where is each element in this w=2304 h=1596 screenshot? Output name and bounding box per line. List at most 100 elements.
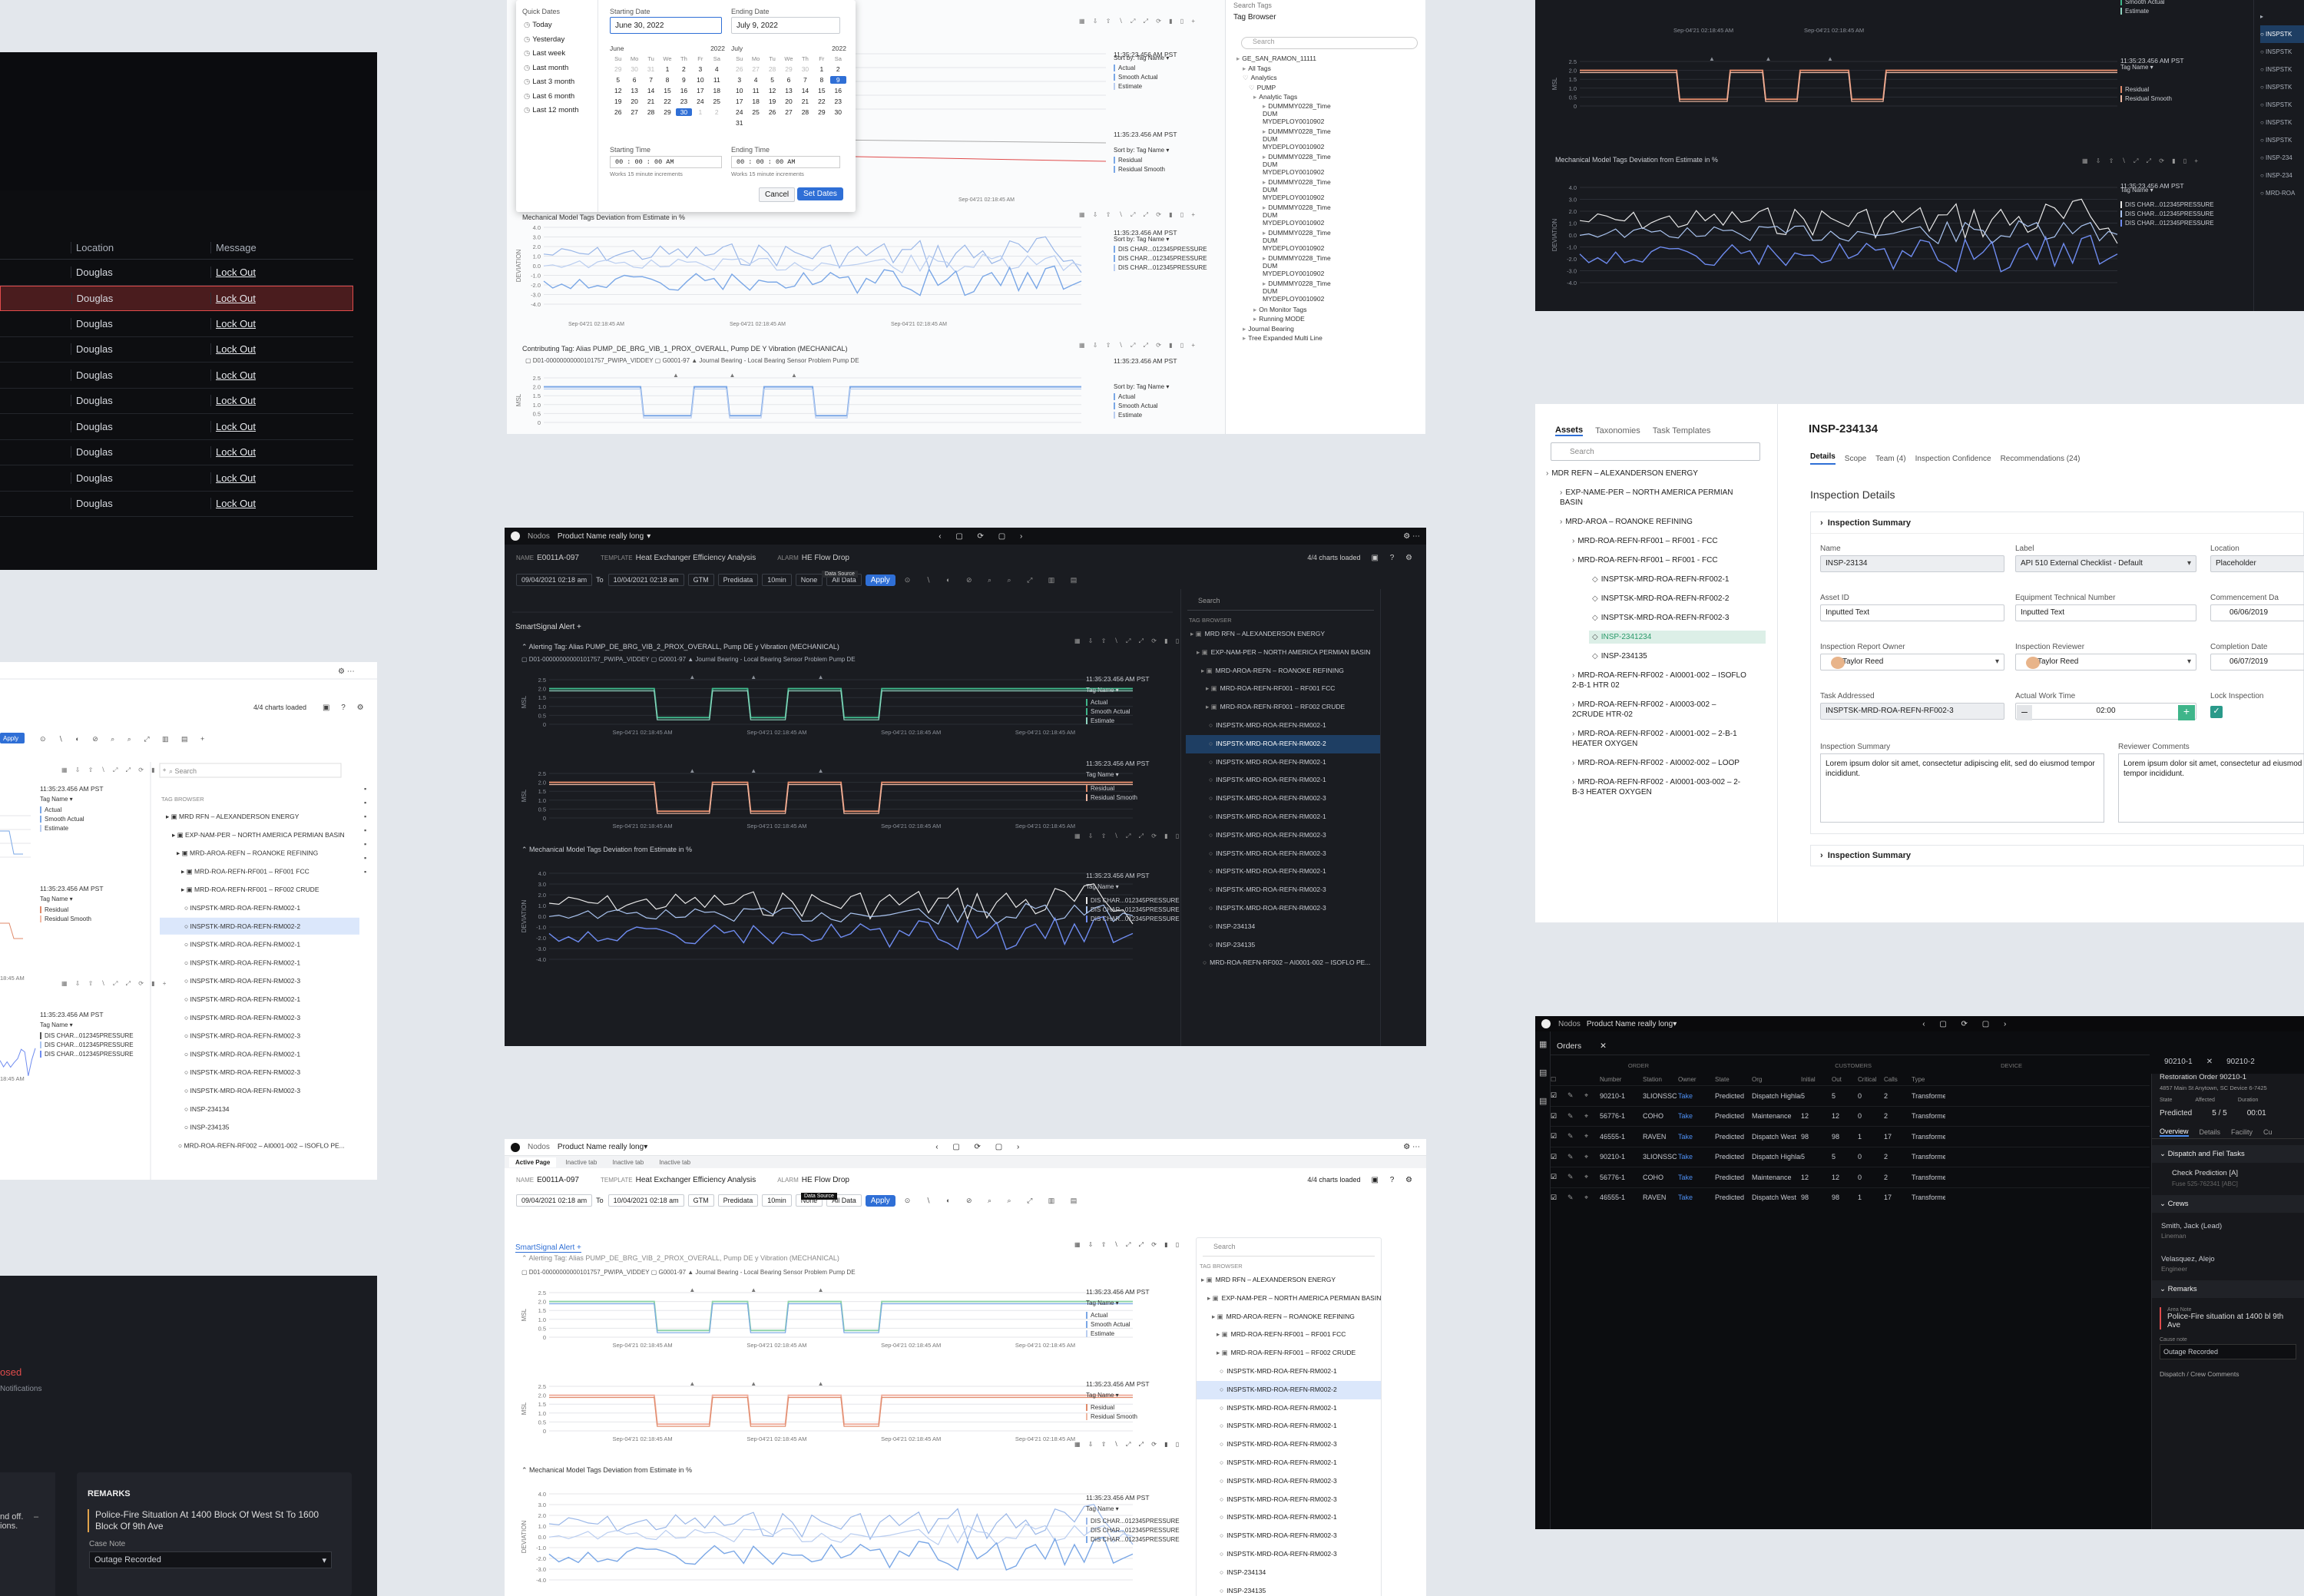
calendar-day[interactable]: 28: [643, 108, 659, 116]
tz-select[interactable]: GTM: [687, 574, 714, 586]
edit-icon[interactable]: ✎: [1567, 1153, 1584, 1161]
task-field[interactable]: INSPTSK-MRD-ROA-REFN-RF002-3: [1820, 703, 2004, 720]
tree-item[interactable]: ○ INSPSTK-MRD-ROA-REFN-RM002-3: [1186, 845, 1380, 863]
interval-select[interactable]: 10min: [762, 574, 792, 586]
pin-icon[interactable]: ⌖: [1584, 1132, 1600, 1141]
asset-tree-item[interactable]: › MRD-ROA-REFN-RF001 – RF001 - FCC: [1569, 535, 1750, 548]
detail-tab-2[interactable]: 90210-2: [2226, 1058, 2255, 1066]
column-header[interactable]: Critical: [1858, 1076, 1884, 1083]
tree-item[interactable]: ○ INSPSTK-MRD-ROA-REFN-RM002-2: [1186, 734, 1380, 753]
calendar-day[interactable]: 30: [675, 108, 693, 116]
calendar-day[interactable]: 9: [676, 76, 692, 84]
ssl-apply[interactable]: Apply: [865, 1194, 895, 1207]
tree-item[interactable]: ○ INSPSTK: [2260, 114, 2304, 131]
name-field[interactable]: INSP-23134: [1820, 555, 2004, 572]
table-row[interactable]: Douglas Lock Out: [0, 337, 353, 363]
year-select[interactable]: 2022: [710, 45, 725, 52]
page-tab[interactable]: Inactive tab: [653, 1157, 697, 1167]
calendar-day[interactable]: 29: [813, 108, 829, 116]
calendar-day[interactable]: 17: [692, 87, 708, 94]
row-checkbox[interactable]: ☑: [1551, 1112, 1567, 1121]
calendar-day[interactable]: 31: [643, 65, 659, 73]
tag-tree-item[interactable]: ▸ DUMMMY0228_Time DUM MYDEPLOY0010902: [1236, 280, 1336, 303]
calendar-day[interactable]: 27: [780, 108, 796, 116]
tree-item[interactable]: ▸ ▣ EXP-NAM-PER – NORTH AMERICA PERMIAN B…: [1186, 644, 1380, 662]
quick-date-2[interactable]: ◷ Last week: [524, 47, 579, 61]
tag-tree-item[interactable]: ▸ DUMMMY0228_Time DUM MYDEPLOY0010902: [1236, 254, 1336, 277]
calendar-day[interactable]: 25: [709, 98, 725, 105]
tree-item[interactable]: ▸ ▣ MRD-AROA-REFN – ROANOKE REFINING: [1186, 662, 1380, 680]
tree-item[interactable]: ○ INSPSTK-MRD-ROA-REFN-RM002-1: [1197, 1399, 1381, 1418]
tree-item[interactable]: ○ INSPSTK-MRD-ROA-REFN-RM002-1: [1197, 1454, 1381, 1472]
column-header[interactable]: Org: [1752, 1076, 1801, 1083]
orders-tab[interactable]: Orders ✕: [1557, 1038, 1607, 1055]
asset-tree-item[interactable]: ◇ INSPTSK-MRD-ROA-REFN-RF002-2: [1589, 592, 1750, 605]
edit-icon[interactable]: ✎: [1567, 1091, 1584, 1100]
asset-tree-item[interactable]: › MRD-ROA-REFN-RF002 - AI0001-003-002 – 2…: [1569, 776, 1750, 799]
ssl-tools[interactable]: ⊙ ∖ ◐ ⊘ ⌕ ⌕ ⤢ ▥ ▤: [905, 1197, 1084, 1205]
tree-item[interactable]: ○ INSPSTK-MRD-ROA-REFN-RM002-3: [1197, 1527, 1381, 1545]
settings-icon[interactable]: ⚙ ⋯: [1403, 532, 1420, 541]
ssl-date-to[interactable]: 10/04/2021 02:18 am: [607, 1194, 684, 1207]
calendar-day[interactable]: 6: [780, 76, 796, 84]
ssl-settings-icon[interactable]: ⚙ ⋯: [1403, 1143, 1420, 1151]
calendar-day[interactable]: 1: [692, 108, 708, 116]
ssl-interval[interactable]: 10min: [762, 1194, 792, 1207]
edit-icon[interactable]: ✎: [1567, 1173, 1584, 1181]
column-header[interactable]: Number: [1600, 1076, 1643, 1083]
tree-item[interactable]: ○ INSPSTK-MRD-ROA-REFN-RM002-3: [1186, 881, 1380, 899]
set-dates-button[interactable]: Set Dates: [797, 187, 843, 200]
calendar-day[interactable]: 20: [780, 98, 796, 105]
end-time-input[interactable]: 00 : 00 : 00 AM: [731, 156, 840, 168]
take-link[interactable]: Take: [1678, 1174, 1715, 1181]
tag-tree-item[interactable]: ▸ DUMMMY0228_Time DUM MYDEPLOY0010902: [1236, 178, 1336, 201]
calendar-day[interactable]: 29: [610, 65, 626, 73]
grid-icon[interactable]: ▦: [1539, 1039, 1547, 1049]
calendar-icon[interactable]: ▤: [1539, 1068, 1547, 1078]
tree-item[interactable]: ▸: [2260, 8, 2304, 25]
calendar-day[interactable]: 13: [780, 87, 796, 94]
cancel-button[interactable]: Cancel: [759, 187, 796, 202]
calendar-day[interactable]: 15: [813, 87, 829, 94]
tag-tree-item[interactable]: ▸ DUMMMY0228_Time DUM MYDEPLOY0010902: [1236, 229, 1336, 252]
calendar-day[interactable]: 29: [780, 65, 796, 73]
table-row[interactable]: Douglas Lock Out: [0, 285, 353, 311]
lockout-link[interactable]: Lock Out: [210, 266, 353, 278]
asset-tab[interactable]: Taxonomies: [1595, 426, 1640, 435]
table-row[interactable]: Douglas Lock Out: [0, 389, 353, 414]
tree-item[interactable]: ○ INSPSTK-MRD-ROA-REFN-RM002-1: [1197, 1363, 1381, 1381]
table-row[interactable]: Douglas Lock Out: [0, 440, 353, 465]
summary-header-2[interactable]: › Inspection Summary: [1810, 845, 2304, 866]
calendar-day[interactable]: 7: [643, 76, 659, 84]
calendar-day[interactable]: 14: [797, 87, 813, 94]
asset-tab[interactable]: Task Templates: [1653, 426, 1711, 435]
tree-item[interactable]: ○ INSP-234: [2260, 167, 2304, 184]
row-checkbox[interactable]: ☑: [1551, 1173, 1567, 1181]
tree-item[interactable]: ○ MRD-ROA-REFN-RF002 – AI0001-002 – ISOFL…: [1186, 954, 1380, 972]
ssl-predidata[interactable]: Predidata: [717, 1194, 759, 1207]
quick-date-3[interactable]: ◷ Last month: [524, 61, 579, 76]
detail-tab-1[interactable]: 90210-1: [2164, 1058, 2193, 1066]
calendar-day[interactable]: 15: [659, 87, 675, 94]
tree-item[interactable]: ○ INSPSTK-MRD-ROA-REFN-RM002-3: [1197, 1472, 1381, 1491]
quick-date-5[interactable]: ◷ Last 6 month: [524, 90, 579, 104]
take-link[interactable]: Take: [1678, 1112, 1715, 1120]
tree-item[interactable]: ▸ ▣ MRD-ROA-REFN-RF001 – RF001 FCC: [1197, 1326, 1381, 1344]
tree-item[interactable]: ○ INSP-234135: [1186, 936, 1380, 955]
summary-header[interactable]: › Inspection Summary: [1811, 512, 2303, 534]
column-header[interactable]: Calls: [1884, 1076, 1912, 1083]
calendar-day[interactable]: 9: [829, 76, 846, 84]
calendar-day[interactable]: 23: [676, 98, 692, 105]
tree-item[interactable]: ○ INSPSTK-MRD-ROA-REFN-RM002-3: [1186, 790, 1380, 808]
tree-item[interactable]: ○ INSPSTK-MRD-ROA-REFN-RM002-1: [1186, 717, 1380, 735]
calendar-day[interactable]: 27: [747, 65, 763, 73]
calendar-day[interactable]: 18: [709, 87, 725, 94]
asset-tree-item[interactable]: › MRD-ROA-REFN-RF002 - AI0001-002 – 2-B-1…: [1569, 727, 1750, 750]
column-header[interactable]: Initial: [1801, 1076, 1832, 1083]
work-field[interactable]: 02:00: [2015, 703, 2196, 720]
take-link[interactable]: Take: [1678, 1194, 1715, 1201]
page-tab[interactable]: Inactive tab: [606, 1157, 650, 1167]
table-row[interactable]: Douglas Lock Out: [0, 465, 353, 492]
calendar-day[interactable]: 12: [764, 87, 780, 94]
table-row[interactable]: Douglas Lock Out: [0, 260, 353, 286]
